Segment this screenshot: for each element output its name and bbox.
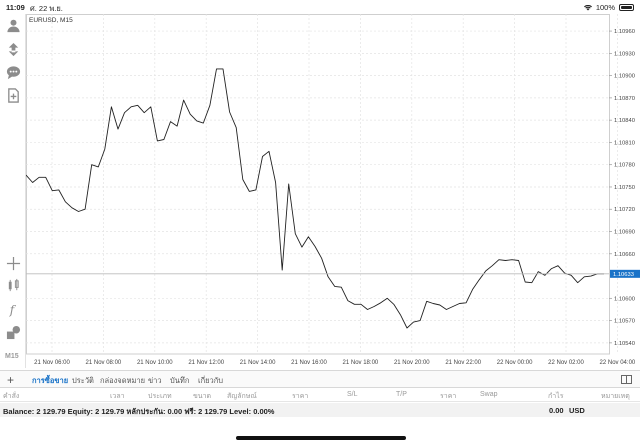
status-time: 11:09 [6, 3, 25, 12]
status-right: 100% [583, 3, 634, 12]
tab-about[interactable]: เกี่ยวกับ [198, 375, 223, 387]
col-time: เวลา [110, 393, 125, 400]
svg-text:f: f [8, 303, 16, 317]
price-line [26, 68, 604, 329]
col-comment: หมายเหตุ [601, 393, 630, 400]
left-toolbar: f M15 [0, 14, 26, 368]
account-currency: USD [569, 406, 585, 415]
indicators-icon[interactable] [4, 276, 22, 294]
account-icon[interactable] [4, 16, 22, 34]
x-tick-label: 21 Nov 20:00 [394, 360, 430, 366]
y-tick-label: 1.10810 [614, 140, 635, 146]
chart-area[interactable]: 21 Nov 06:00 21 Nov 08:00 21 Nov 10:00 21 N… [26, 14, 640, 368]
status-bar: 11:09 ศ. 22 พ.ย. 100% [0, 0, 640, 14]
col-sl: S/L [347, 391, 358, 398]
battery-percent: 100% [595, 3, 615, 12]
y-tick-label: 1.10750 [614, 185, 635, 191]
trade-icon[interactable] [4, 40, 22, 58]
x-tick-label: 21 Nov 14:00 [240, 360, 276, 366]
y-tick-label: 1.10540 [614, 341, 635, 347]
y-tick-label: 1.10660 [614, 252, 635, 258]
x-tick-label: 21 Nov 08:00 [86, 360, 122, 366]
add-button[interactable]: + [7, 373, 14, 387]
account-balance-row: Balance: 2 129.79 Equity: 2 129.79 หลักป… [0, 403, 640, 417]
chat-icon[interactable] [4, 63, 22, 81]
home-indicator [236, 436, 406, 440]
account-summary: Balance: 2 129.79 Equity: 2 129.79 หลักป… [3, 407, 275, 416]
crosshair-icon[interactable] [4, 254, 22, 272]
x-tick-label: 22 Nov 00:00 [497, 360, 533, 366]
y-tick-label: 1.10570 [614, 319, 635, 325]
col-price: ราคา [292, 393, 309, 400]
wifi-icon [583, 4, 592, 10]
y-tick-label: 1.10930 [614, 51, 635, 57]
tab-news[interactable]: ข่าว [148, 375, 162, 387]
x-tick-label: 21 Nov 18:00 [343, 360, 379, 366]
x-tick-label: 22 Nov 04:00 [600, 360, 636, 366]
tab-journal[interactable]: บันทึก [170, 375, 189, 387]
col-tp: T/P [396, 391, 407, 398]
y-tick-label: 1.10720 [614, 207, 635, 213]
col-symbol: สัญลักษณ์ [227, 393, 257, 400]
col-swap: Swap [480, 391, 498, 398]
current-price-label: 1.10633 [613, 272, 634, 278]
col-volume: ขนาด [193, 393, 212, 400]
x-tick-label: 21 Nov 22:00 [445, 360, 481, 366]
add-document-icon[interactable] [4, 86, 22, 104]
x-tick-label: 22 Nov 02:00 [548, 360, 584, 366]
col-type: ประเภท [148, 393, 172, 400]
price-chart[interactable]: 21 Nov 06:00 21 Nov 08:00 21 Nov 10:00 21 N… [26, 14, 640, 368]
y-tick-label: 1.10780 [614, 163, 635, 169]
orders-column-header: คำสั่ง เวลา ประเภท ขนาด สัญลักษณ์ ราคา S… [0, 388, 640, 402]
tab-trade[interactable]: การซื้อขาย [32, 375, 68, 387]
tab-history[interactable]: ประวัติ [72, 375, 94, 387]
layout-icon[interactable] [621, 375, 632, 384]
objects-icon[interactable] [4, 323, 22, 341]
y-tick-label: 1.10960 [614, 29, 635, 35]
y-tick-label: 1.10690 [614, 230, 635, 236]
account-profit: 0.00 [549, 406, 564, 415]
x-tick-label: 21 Nov 12:00 [188, 360, 224, 366]
y-tick-label: 1.10900 [614, 74, 635, 80]
battery-icon [619, 4, 634, 11]
col-current-price: ราคา [440, 393, 457, 400]
function-icon[interactable]: f [4, 300, 22, 318]
col-order: คำสั่ง [3, 393, 20, 400]
y-tick-label: 1.10840 [614, 118, 635, 124]
col-profit: กำไร [548, 393, 564, 400]
terminal-tabs: + การซื้อขาย ประวัติ กล่องจดหมาย ข่าว บั… [0, 370, 640, 388]
tab-mailbox[interactable]: กล่องจดหมาย [100, 375, 145, 387]
timeframe-label[interactable]: M15 [5, 353, 19, 360]
plot-frame [26, 14, 610, 355]
y-tick-label: 1.10870 [614, 96, 635, 102]
x-tick-label: 21 Nov 16:00 [291, 360, 327, 366]
x-tick-label: 21 Nov 06:00 [34, 360, 70, 366]
y-tick-label: 1.10600 [614, 296, 635, 302]
chart-title: EURUSD, M15 [29, 17, 73, 24]
x-tick-label: 21 Nov 10:00 [137, 360, 173, 366]
